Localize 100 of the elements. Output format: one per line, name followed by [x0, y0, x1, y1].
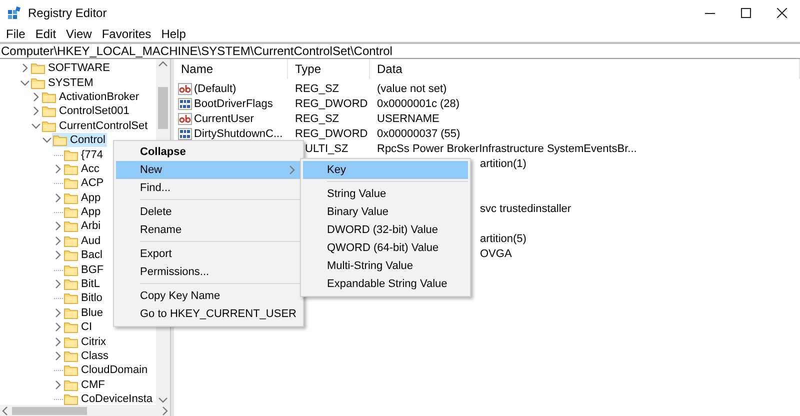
- menu-item[interactable]: Favorites: [96, 27, 156, 41]
- folder-icon: [64, 148, 78, 161]
- tree-item[interactable]: CMF: [63, 378, 107, 392]
- tree-item[interactable]: Arbi: [63, 219, 103, 234]
- menu-item[interactable]: Permissions...: [116, 263, 301, 281]
- string-value-icon: [178, 112, 192, 124]
- column-header[interactable]: Type: [288, 59, 370, 79]
- folder-icon: [64, 249, 78, 262]
- tree-item[interactable]: CurrentControlSet: [41, 118, 150, 133]
- tree-item[interactable]: Class: [63, 349, 111, 363]
- tree-item[interactable]: CoDeviceInsta: [63, 392, 155, 405]
- tree-item[interactable]: Blue: [63, 306, 106, 320]
- value-type: REG_DWORD: [294, 128, 369, 140]
- window-title: Registry Editor: [28, 6, 107, 20]
- tree-item[interactable]: App: [63, 205, 103, 220]
- folder-icon: [64, 292, 78, 304]
- scroll-left-icon[interactable]: [0, 406, 10, 416]
- tree-item[interactable]: {774: [63, 148, 106, 162]
- expand-toggle-icon[interactable]: [31, 106, 41, 116]
- folder-icon: [64, 192, 78, 204]
- scroll-right-icon[interactable]: [160, 406, 170, 416]
- expand-toggle-icon[interactable]: [53, 250, 63, 260]
- value-data: artition(5): [480, 232, 526, 244]
- tree-item[interactable]: BitL: [63, 277, 102, 292]
- menu-item[interactable]: Find...: [116, 179, 301, 197]
- value-name[interactable]: CurrentUser: [174, 112, 288, 124]
- tree-item[interactable]: Bacl: [63, 248, 104, 262]
- tree-item[interactable]: Acc: [63, 162, 102, 176]
- tree-item[interactable]: BGF: [63, 262, 106, 277]
- tree-item[interactable]: ACP: [63, 176, 106, 190]
- value-type: ULTI_SZ: [305, 142, 350, 154]
- folder-icon: [64, 306, 78, 319]
- tree-item[interactable]: App: [63, 190, 103, 205]
- folder-icon: [64, 350, 78, 362]
- tree-item[interactable]: Bitlo: [63, 291, 104, 306]
- menu-item[interactable]: View: [61, 27, 97, 41]
- expand-toggle-icon[interactable]: [31, 120, 41, 131]
- value-name[interactable]: (Default): [174, 82, 288, 94]
- horizontal-scrollbar[interactable]: [0, 405, 170, 416]
- menu-item[interactable]: Rename: [116, 221, 301, 239]
- value-type: REG_SZ: [294, 112, 340, 124]
- value-type: REG_DWORD: [294, 98, 369, 110]
- tree-item[interactable]: ActivationBroker: [41, 90, 142, 104]
- menu-item[interactable]: DWORD (32-bit) Value: [303, 221, 468, 239]
- folder-icon: [42, 105, 56, 118]
- menu-item[interactable]: QWORD (64-bit) Value: [303, 239, 468, 257]
- tree-item[interactable]: Citrix: [63, 334, 108, 349]
- scroll-thumb[interactable]: [158, 87, 168, 129]
- expand-toggle-icon[interactable]: [42, 135, 52, 146]
- expand-toggle-icon[interactable]: [53, 336, 63, 347]
- folder-icon: [42, 90, 56, 103]
- menu-item[interactable]: Delete: [116, 203, 301, 221]
- scroll-up-icon[interactable]: [158, 59, 168, 69]
- tree-item[interactable]: Control: [52, 133, 108, 148]
- expand-toggle-icon[interactable]: [53, 236, 63, 246]
- column-header[interactable]: Name: [174, 59, 288, 79]
- menu-item[interactable]: Collapse: [116, 143, 301, 161]
- column-header[interactable]: Data: [370, 59, 800, 79]
- tree-item[interactable]: Aud: [63, 234, 103, 248]
- tree-item[interactable]: CloudDomain: [63, 363, 150, 378]
- expand-toggle-icon[interactable]: [20, 78, 30, 88]
- menu-item[interactable]: Binary Value: [303, 203, 468, 221]
- menu-item[interactable]: Key: [303, 161, 468, 179]
- expand-toggle-icon[interactable]: [53, 279, 63, 290]
- close-icon: [777, 8, 787, 18]
- expand-toggle-icon[interactable]: [53, 380, 63, 390]
- folder-icon: [64, 220, 78, 232]
- tree-item[interactable]: ControlSet001: [41, 104, 132, 118]
- value-name[interactable]: BootDriverFlags: [174, 98, 288, 110]
- value-data: 0x0000001c (28): [376, 98, 460, 110]
- expand-toggle-icon[interactable]: [53, 164, 63, 174]
- folder-icon: [31, 62, 45, 74]
- folder-icon: [64, 234, 78, 247]
- value-name[interactable]: DirtyShutdownC...: [174, 128, 288, 140]
- string-value-icon: [178, 82, 192, 94]
- menu-item[interactable]: Help: [156, 27, 191, 41]
- address-field[interactable]: Computer\HKEY_LOCAL_MACHINE\SYSTEM\CurrentControlSet\Control: [0, 44, 800, 58]
- expand-toggle-icon[interactable]: [53, 308, 63, 318]
- expand-toggle-icon[interactable]: [53, 351, 63, 361]
- folder-icon: [64, 264, 78, 276]
- tree-item[interactable]: SOFTWARE: [30, 61, 112, 76]
- menu-item[interactable]: Multi-String Value: [303, 257, 468, 275]
- menu-item[interactable]: Copy Key Name: [116, 287, 301, 305]
- expand-toggle-icon[interactable]: [20, 63, 30, 74]
- menu-item[interactable]: Export: [116, 245, 301, 263]
- folder-icon: [42, 120, 56, 132]
- menu-item[interactable]: String Value: [303, 185, 468, 203]
- expand-toggle-icon[interactable]: [31, 92, 41, 102]
- scroll-thumb[interactable]: [12, 406, 87, 414]
- scroll-down-icon[interactable]: [158, 395, 168, 405]
- menu-item[interactable]: File: [1, 27, 30, 41]
- menu-item[interactable]: Expandable String Value: [303, 275, 468, 293]
- expand-toggle-icon[interactable]: [53, 221, 63, 232]
- expand-toggle-icon[interactable]: [53, 192, 63, 203]
- expand-toggle-icon[interactable]: [53, 322, 63, 332]
- tree-item[interactable]: CI: [63, 320, 94, 334]
- menu-item[interactable]: Edit: [30, 27, 62, 41]
- menu-item[interactable]: Go to HKEY_CURRENT_USER: [116, 305, 301, 323]
- menu-item[interactable]: New: [116, 161, 301, 179]
- tree-item[interactable]: SYSTEM: [30, 76, 96, 90]
